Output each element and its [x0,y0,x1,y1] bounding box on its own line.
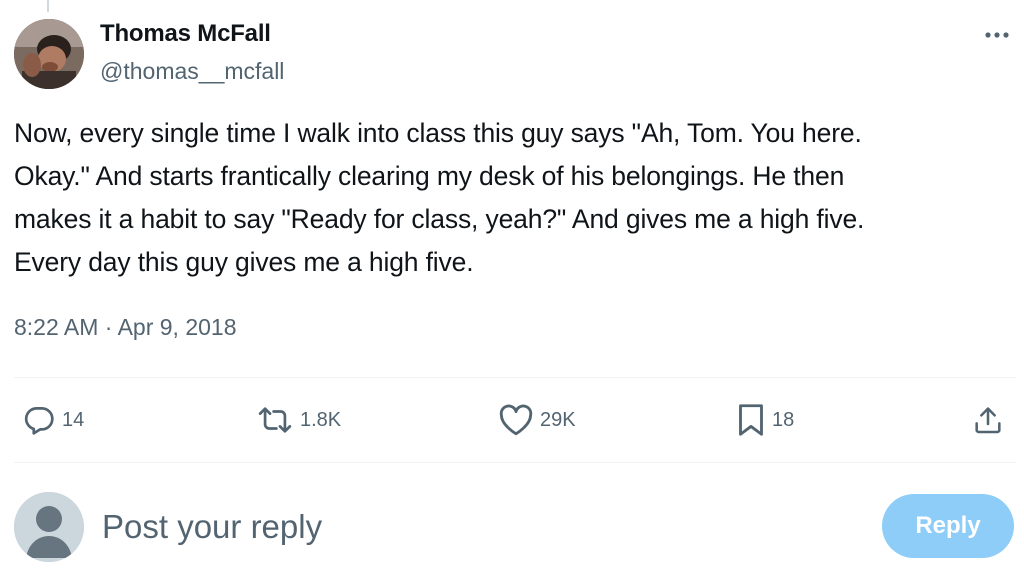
tweet-date: Apr 9, 2018 [117,314,237,340]
like-action-button[interactable]: 29K [498,400,576,440]
author-avatar[interactable] [14,19,84,89]
share-action-button[interactable] [972,400,1004,440]
repost-action-button[interactable]: 1.8K [256,400,341,440]
share-icon [975,407,1001,434]
bookmark-icon [739,404,763,436]
repost-icon [258,407,292,433]
tweet-timestamp[interactable]: 8:22 AM · Apr 9, 2018 [14,314,237,341]
tweet-text-line: Okay." And starts frantically clearing m… [14,161,845,191]
more-options-button[interactable] [980,20,1014,50]
thread-connector-line [47,0,49,12]
tweet-text-line: Now, every single time I walk into class… [14,118,862,148]
divider-bottom [14,462,1016,463]
reply-input[interactable] [102,500,802,554]
more-horizontal-icon [985,32,1009,38]
like-count: 29K [540,408,576,431]
reply-submit-button[interactable]: Reply [882,494,1014,558]
reply-count: 14 [62,408,85,431]
tweet-text-line: makes it a habit to say "Ready for class… [14,204,865,234]
tweet-text: Now, every single time I walk into class… [14,112,1014,284]
bookmark-count: 18 [772,408,795,431]
bookmark-action-button[interactable]: 18 [736,400,794,440]
default-user-icon [14,492,84,562]
tweet-detail: Thomas McFall @thomas__mcfall Now, every… [0,0,1024,576]
author-handle[interactable]: @thomas__mcfall [100,58,284,85]
author-name[interactable]: Thomas McFall [100,20,271,48]
current-user-avatar [14,492,84,562]
tweet-time: 8:22 AM [14,314,99,340]
tweet-text-line: Every day this guy gives me a high five. [14,247,474,277]
repost-count: 1.8K [300,408,342,431]
reply-action-button[interactable]: 14 [22,400,84,440]
meta-separator: · [104,314,113,340]
divider-top [14,377,1016,378]
heart-icon [499,404,533,436]
reply-bubble-icon [24,407,54,435]
